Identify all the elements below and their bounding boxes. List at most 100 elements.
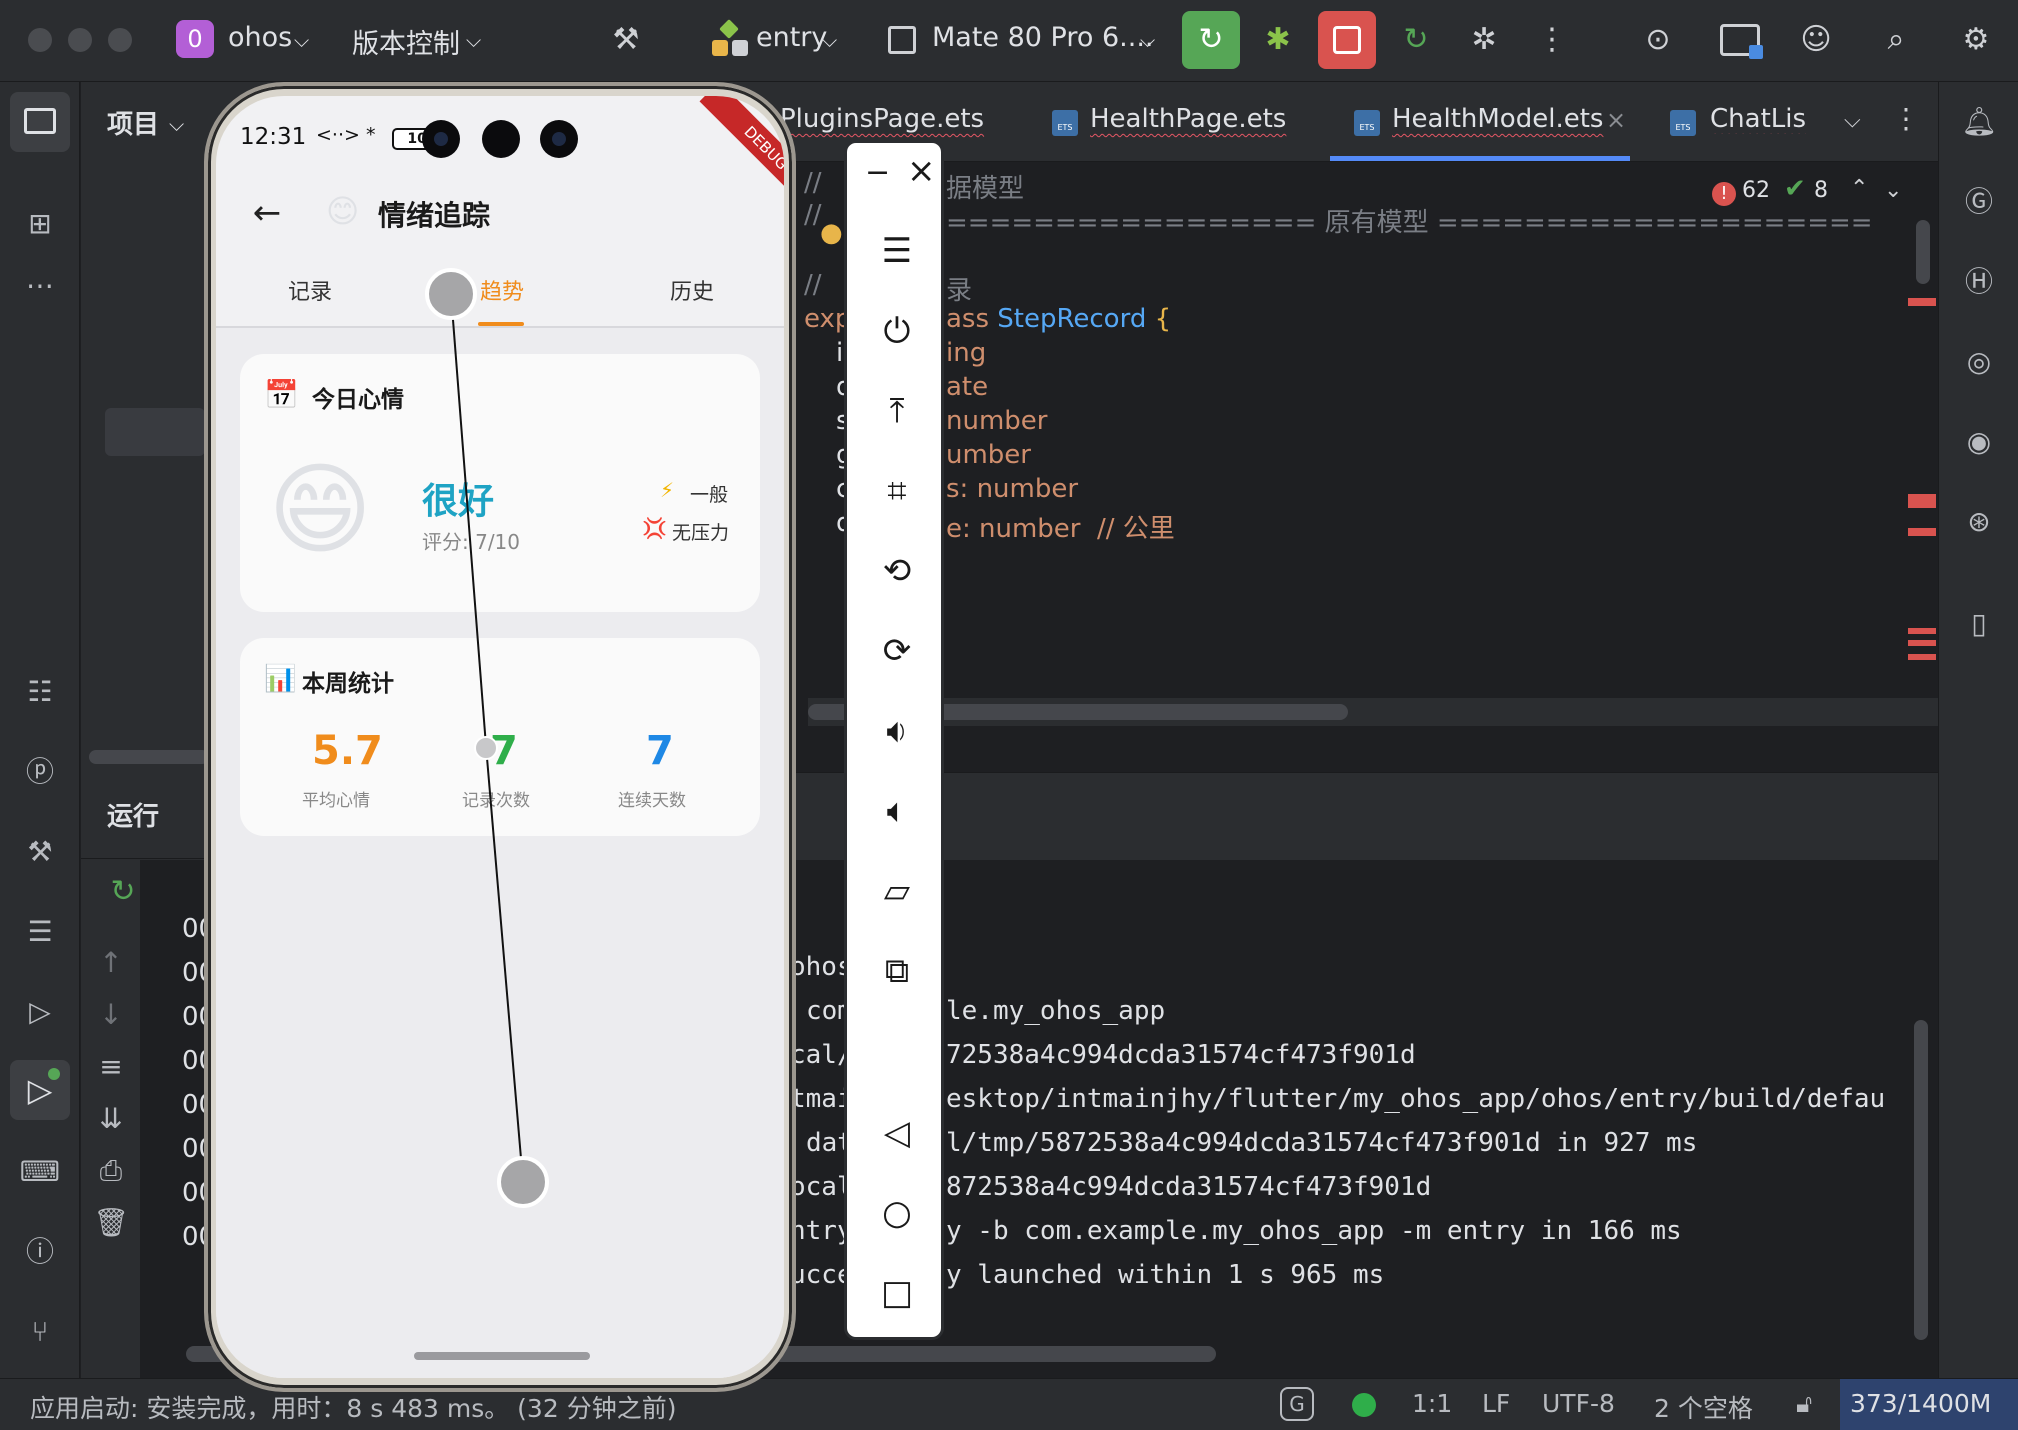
device-manager-icon[interactable]: ▯ (1955, 600, 2003, 648)
build-icon[interactable]: ⚒ (16, 828, 64, 876)
menu-icon[interactable]: ☰ (869, 223, 925, 279)
chevron-down-icon[interactable]: ⌵ (1844, 108, 1861, 133)
emulator-minimize-button[interactable]: − (865, 155, 890, 190)
structure-icon[interactable]: ⊞ (16, 200, 64, 248)
notifications-icon[interactable]: 🔔︎ (1955, 98, 2003, 146)
stop-button[interactable] (1318, 11, 1376, 69)
close-tab-icon[interactable]: × (1606, 106, 1626, 134)
attach-debugger-icon[interactable]: ✲ (1462, 18, 1506, 62)
ai-assistant-icon[interactable]: ⊛ (1955, 498, 2003, 546)
file-encoding[interactable]: UTF-8 (1542, 1389, 1615, 1418)
status-message[interactable]: 应用启动: 安装完成，用时：8 s 483 ms。 (32 分钟之前) (30, 1389, 676, 1425)
error-marker[interactable] (1908, 628, 1936, 634)
rotate-left-icon[interactable]: ⟲ (869, 543, 925, 599)
profiler-icon[interactable]: ⓟ (16, 748, 64, 796)
g-plugin-icon[interactable]: G (1280, 1387, 1314, 1421)
project-panel-title[interactable]: 项目 (107, 104, 159, 141)
tab-health-model[interactable]: HealthModel.ets (1392, 104, 1603, 134)
chevron-down-icon[interactable]: ⌵ (466, 28, 481, 52)
trash-icon[interactable]: 🗑 (93, 1206, 129, 1242)
tab-chat-list[interactable]: ChatList (1710, 104, 1806, 134)
preview-eye-icon[interactable]: ◉ (1955, 418, 2003, 466)
vcs-menu[interactable]: 版本控制 (352, 22, 460, 61)
project-badge[interactable]: 0 (176, 20, 214, 58)
problems-icon[interactable]: ⓘ (16, 1228, 64, 1276)
chevron-down-icon[interactable]: ⌵ (822, 28, 837, 52)
cursor-position[interactable]: 1:1 (1412, 1389, 1452, 1418)
codegenie-icon[interactable]: ◎ (1955, 338, 2003, 386)
g-plugin-icon[interactable]: Ⓖ (1955, 178, 2003, 226)
error-marker[interactable] (1908, 528, 1936, 536)
folder-icon[interactable] (1720, 24, 1763, 59)
hammer-icon[interactable]: ⚒ (604, 18, 648, 62)
horizontal-scrollbar[interactable] (89, 750, 209, 764)
arrow-down-icon[interactable]: ↓ (93, 998, 129, 1034)
code-editor[interactable]: ! 62 ✔ 8 ⌃ ⌄ ● // // // exp i d s g c d … (780, 162, 1938, 772)
run-config-selector[interactable]: entry (756, 22, 827, 53)
error-marker[interactable] (1908, 494, 1936, 508)
rerun-icon[interactable]: ↻ (103, 872, 143, 912)
git-icon[interactable]: ⑂ (16, 1308, 64, 1356)
device-selector[interactable]: Mate 80 Pro 6.... (932, 22, 1153, 53)
todo-icon[interactable]: ☰ (16, 908, 64, 956)
table-icon[interactable]: ☷ (16, 668, 64, 716)
target-icon[interactable]: ⊙ (1636, 18, 1680, 62)
more-icon[interactable]: ⋮ (1892, 102, 1920, 135)
home-icon[interactable]: ○ (869, 1185, 925, 1241)
rerun-button[interactable]: ↻ (1182, 11, 1240, 69)
crop-icon[interactable]: ⌗ (869, 463, 925, 519)
window-close-button[interactable] (28, 28, 52, 52)
memory-indicator[interactable]: 373/1400M (1840, 1379, 2018, 1430)
power-icon[interactable]: ⏻ (869, 303, 925, 359)
home-indicator[interactable] (414, 1352, 590, 1360)
lock-icon[interactable]: 🔓︎ (1796, 1389, 1812, 1419)
vertical-scrollbar[interactable] (1916, 220, 1930, 284)
error-marker[interactable] (1908, 298, 1936, 306)
user-icon[interactable]: ☺ (1794, 18, 1838, 62)
arrow-up-icon[interactable]: ↑ (93, 946, 129, 982)
window-minimize-button[interactable] (68, 28, 92, 52)
soft-wrap-icon[interactable]: ≡ (93, 1050, 129, 1086)
error-marker[interactable] (1908, 654, 1936, 660)
chevron-down-icon[interactable]: ⌄ (1884, 178, 1902, 203)
scroll-to-end-icon[interactable]: ⇊ (93, 1102, 129, 1138)
apply-changes-icon[interactable]: ↻ (1394, 18, 1438, 62)
indent-setting[interactable]: 2 个空格 (1654, 1389, 1753, 1425)
multi-device-icon[interactable]: ⧉ (869, 943, 925, 999)
error-marker[interactable] (1908, 640, 1936, 646)
pin-top-icon[interactable]: ⤒ (869, 383, 925, 439)
more-icon[interactable]: ⋮ (1530, 18, 1574, 62)
debug-icon[interactable]: ✱ (1256, 18, 1300, 62)
tab-plugins-page[interactable]: PluginsPage.ets (780, 104, 984, 134)
volume-down-icon[interactable]: 🔈︎ (869, 783, 925, 839)
status-ok-icon[interactable] (1352, 1393, 1376, 1417)
code-line-1-left: // (804, 168, 822, 198)
project-name[interactable]: ohos (228, 22, 292, 53)
tab-health-page[interactable]: HealthPage.ets (1090, 104, 1286, 134)
line-separator[interactable]: LF (1482, 1389, 1510, 1418)
window-zoom-button[interactable] (108, 28, 132, 52)
back-icon[interactable]: ◁ (869, 1105, 925, 1161)
tree-selection[interactable] (105, 408, 205, 456)
emulator-close-button[interactable]: × (907, 151, 936, 191)
phone-screen[interactable]: 12:31 <··> * 100 DEBUG ← 😊 情绪追踪 记录 趋势 历史… (216, 96, 784, 1378)
volume-up-icon[interactable]: 🔉︎ (869, 703, 925, 759)
run-tool-button[interactable]: ▷ (10, 1060, 70, 1120)
settings-icon[interactable]: ⚙ (1954, 18, 1998, 62)
project-tool-button[interactable] (10, 92, 70, 152)
lightbulb-icon[interactable]: ● (820, 218, 843, 248)
chevron-down-icon[interactable]: ⌵ (294, 28, 309, 52)
more-tools-icon[interactable]: ⋯ (16, 262, 64, 310)
shake-icon[interactable]: ▱ (869, 863, 925, 919)
rotate-right-icon[interactable]: ⟳ (869, 623, 925, 679)
recents-icon[interactable]: □ (869, 1265, 925, 1321)
search-icon[interactable]: ⌕ (1874, 18, 1918, 62)
h-plugin-icon[interactable]: Ⓗ (1955, 258, 2003, 306)
print-icon[interactable]: ⎙ (93, 1154, 129, 1190)
services-icon[interactable]: ▷ (16, 988, 64, 1036)
terminal-icon[interactable]: ⌨ (16, 1148, 64, 1196)
chevron-up-icon[interactable]: ⌃ (1850, 176, 1868, 201)
chevron-down-icon[interactable]: ⌵ (1140, 28, 1155, 52)
chevron-down-icon[interactable]: ⌵ (169, 112, 184, 136)
vertical-scrollbar[interactable] (1914, 1020, 1928, 1340)
